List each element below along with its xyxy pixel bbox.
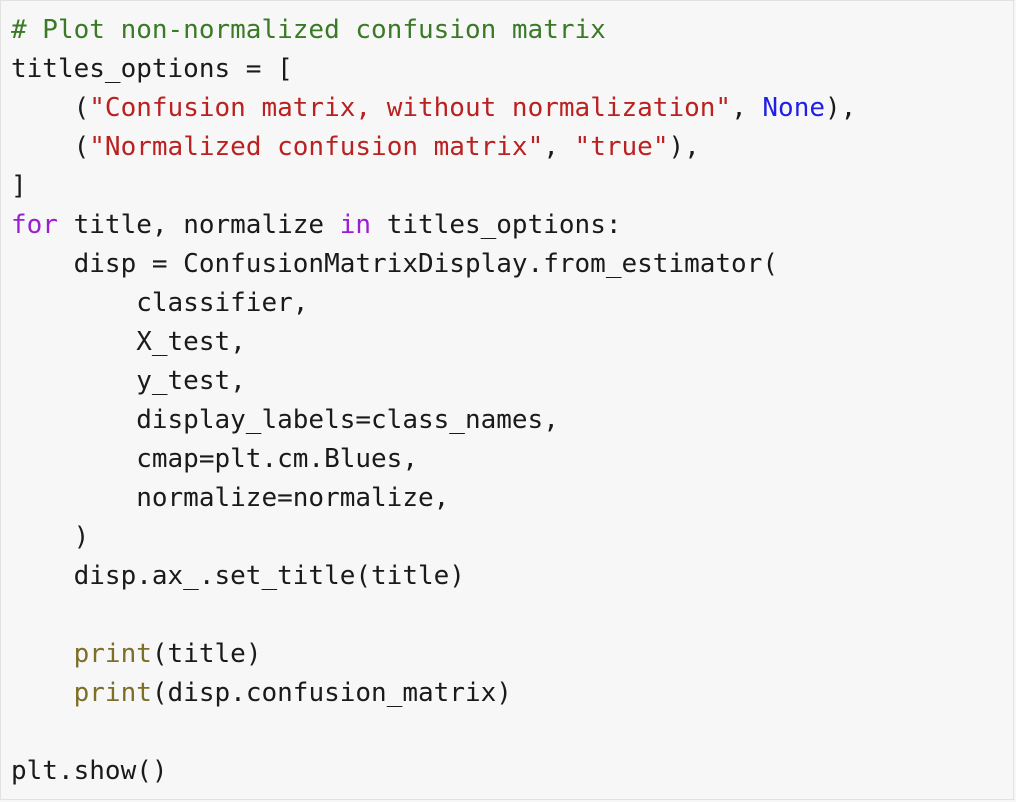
code-token-plain: titles_options = [ [11,54,293,84]
code-token-plain: classifier, [11,288,309,318]
code-line: plt.show() [11,752,856,791]
code-line: ("Confusion matrix, without normalizatio… [11,89,857,128]
code-token-plain: cmap=plt.cm.Blues, [11,444,418,474]
code-token-plain: ( [11,132,90,162]
code-block[interactable]: # Plot non-normalized confusion matrix ti… [11,11,856,791]
code-token-plain: X_test, [11,327,246,357]
code-token-string: "true" [574,132,669,162]
code-token-plain: ) [11,522,90,552]
code-line: classifier, [11,284,856,323]
code-token-builtin: print [73,678,152,708]
code-token-plain: titles_options: [371,210,622,240]
code-line: cmap=plt.cm.Blues, [11,440,856,479]
code-token-plain: disp.ax_.set_title(title) [11,561,465,591]
code-token-comment: # Plot non-normalized confusion matrix [11,15,606,45]
code-line: normalize=normalize, [11,479,856,518]
code-token-plain: title, normalize [57,210,340,240]
code-token-keyword: in [339,210,372,240]
code-line: y_test, [11,362,856,401]
code-token-plain: disp = ConfusionMatrixDisplay.from_estim… [11,249,779,279]
code-line: ] [11,167,856,206]
code-token-plain: y_test, [11,366,246,396]
code-token-plain: display_labels=class_names, [11,405,559,435]
code-token-string: "Confusion matrix, without normalization… [89,93,732,123]
code-line: titles_options = [ [11,50,856,89]
code-token-plain: plt.show() [11,756,168,786]
code-token-plain: normalize=normalize, [11,483,450,513]
code-cell[interactable]: # Plot non-normalized confusion matrix ti… [0,0,1014,800]
code-token-keyword: for [11,210,58,240]
code-token-plain: (title) [151,639,262,669]
code-line: ) [11,518,856,557]
code-token-plain: (disp.confusion_matrix) [151,678,512,708]
code-token-string: "Normalized confusion matrix" [89,132,544,162]
code-token-builtin: print [73,639,152,669]
code-token-plain: ] [11,171,27,201]
code-token-plain: ), [825,93,857,123]
code-token-plain: , [543,132,575,162]
code-line: print(disp.confusion_matrix) [11,674,856,713]
code-line: # Plot non-normalized confusion matrix [11,11,856,50]
code-token-plain: ), [668,132,700,162]
code-line: display_labels=class_names, [11,401,856,440]
code-token-plain: , [731,93,763,123]
code-line: print(title) [11,635,856,674]
code-line: ("Normalized confusion matrix", "true"), [11,128,856,167]
code-token-const: None [762,93,826,123]
code-token-plain: ( [11,93,90,123]
code-line: disp.ax_.set_title(title) [11,557,856,596]
code-line: for title, normalize in titles_options: [11,206,856,245]
code-line: X_test, [11,323,856,362]
code-line: disp = ConfusionMatrixDisplay.from_estim… [11,245,856,284]
